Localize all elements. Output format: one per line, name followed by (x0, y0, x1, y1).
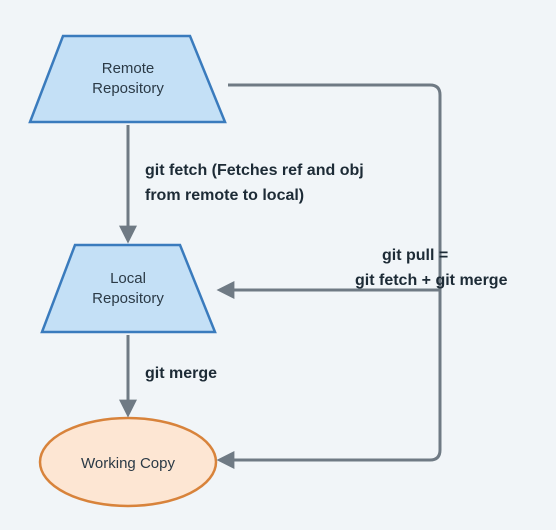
local-repository-node: Local Repository (42, 245, 215, 332)
edge-fetch-label-2: from remote to local) (145, 187, 304, 204)
edge-pull-label-1: git pull = (382, 247, 448, 264)
edge-fetch-label-1: git fetch (Fetches ref and obj (145, 162, 364, 179)
local-label-1: Local (110, 270, 146, 287)
remote-label-2: Repository (92, 80, 164, 97)
diagram-svg: Remote Repository Local Repository Worki… (0, 0, 556, 530)
working-label: Working Copy (81, 455, 175, 472)
working-copy-node: Working Copy (40, 418, 216, 506)
edge-merge-label: git merge (145, 365, 217, 382)
remote-label-1: Remote (102, 60, 155, 77)
edge-pull-label-2: git fetch + git merge (355, 272, 508, 289)
git-flow-diagram: Remote Repository Local Repository Worki… (0, 0, 556, 530)
remote-repository-node: Remote Repository (30, 36, 225, 122)
local-label-2: Repository (92, 290, 164, 307)
